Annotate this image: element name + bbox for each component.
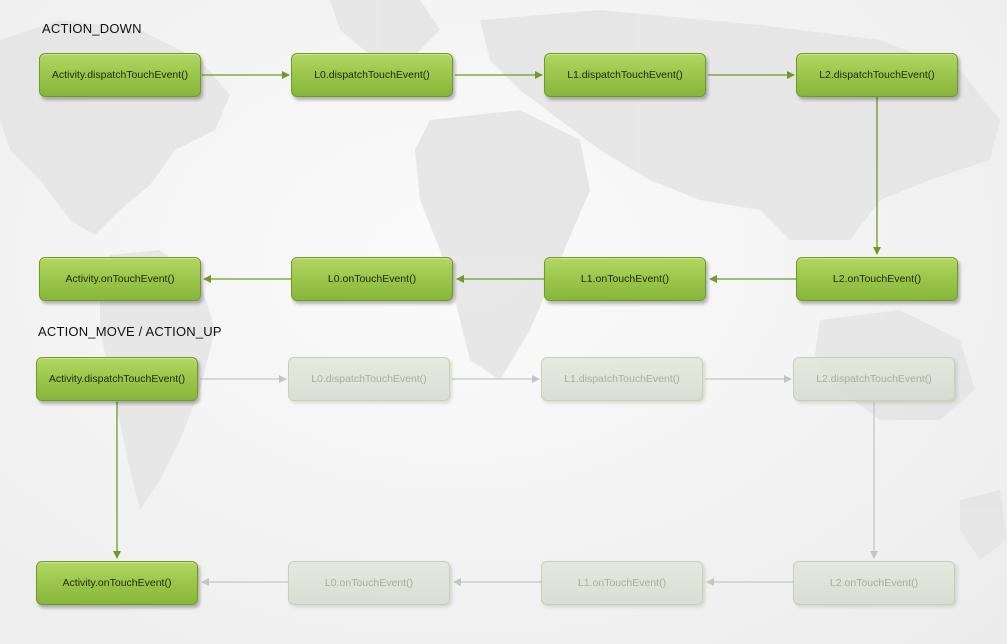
node-move-l2-dispatch: L2.dispatchTouchEvent() [793, 357, 955, 401]
node-move-l0-ontouch: L0.onTouchEvent() [288, 561, 450, 605]
node-move-l1-ontouch: L1.onTouchEvent() [541, 561, 703, 605]
node-down-l2-dispatch: L2.dispatchTouchEvent() [796, 53, 958, 97]
node-down-l0-ontouch: L0.onTouchEvent() [291, 257, 453, 301]
node-move-l2-ontouch: L2.onTouchEvent() [793, 561, 955, 605]
node-move-activity-dispatch: Activity.dispatchTouchEvent() [36, 357, 198, 401]
node-move-l0-dispatch: L0.dispatchTouchEvent() [288, 357, 450, 401]
section-title-action-down: ACTION_DOWN [42, 21, 142, 36]
node-down-activity-dispatch: Activity.dispatchTouchEvent() [39, 53, 201, 97]
node-move-l1-dispatch: L1.dispatchTouchEvent() [541, 357, 703, 401]
section-title-action-move-up: ACTION_MOVE / ACTION_UP [38, 324, 222, 339]
node-down-l1-dispatch: L1.dispatchTouchEvent() [544, 53, 706, 97]
node-down-l0-dispatch: L0.dispatchTouchEvent() [291, 53, 453, 97]
node-down-l2-ontouch: L2.onTouchEvent() [796, 257, 958, 301]
node-down-activity-ontouch: Activity.onTouchEvent() [39, 257, 201, 301]
node-down-l1-ontouch: L1.onTouchEvent() [544, 257, 706, 301]
node-move-activity-ontouch: Activity.onTouchEvent() [36, 561, 198, 605]
